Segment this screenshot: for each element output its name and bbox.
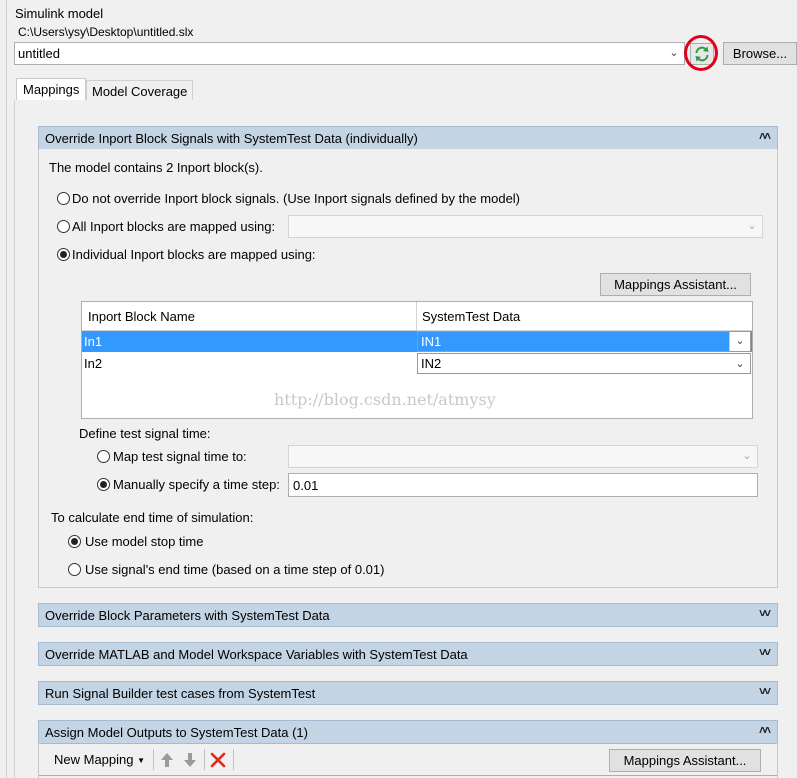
chevron-down-icon: ⌄ xyxy=(729,332,750,351)
section-title: Assign Model Outputs to SystemTest Data … xyxy=(45,725,308,740)
radio-individual-inports-label: Individual Inport blocks are mapped usin… xyxy=(72,247,316,262)
tab-model-coverage-label: Model Coverage xyxy=(92,84,188,99)
radio-manual-time-step[interactable] xyxy=(97,478,110,491)
map-signal-time-select[interactable]: ⌄ xyxy=(288,445,758,468)
double-chevron-down-icon[interactable]: ˅˅ xyxy=(759,645,771,659)
outputs-table-top-border xyxy=(39,775,777,776)
double-chevron-down-icon[interactable]: ˅˅ xyxy=(759,606,771,620)
browse-button[interactable]: Browse... xyxy=(723,42,797,65)
column-header-systemtest-data[interactable]: SystemTest Data xyxy=(422,309,520,324)
left-border xyxy=(0,0,7,778)
delete-x-icon[interactable] xyxy=(210,752,226,768)
section-run-signal-builder[interactable]: Run Signal Builder test cases from Syste… xyxy=(38,681,778,705)
chevron-down-icon: ⌄ xyxy=(742,450,752,462)
mappings-assistant-label: Mappings Assistant... xyxy=(614,277,737,292)
highlight-circle xyxy=(684,35,718,71)
end-time-heading: To calculate end time of simulation: xyxy=(51,510,254,525)
row-inport-name: In1 xyxy=(84,334,103,349)
radio-map-signal-time-label: Map test signal time to: xyxy=(113,449,247,464)
radio-all-inports[interactable] xyxy=(57,220,70,233)
browse-button-label: Browse... xyxy=(732,46,788,61)
double-chevron-up-icon[interactable]: ˄˄ xyxy=(759,129,771,143)
arrow-down-icon[interactable] xyxy=(183,752,197,768)
table-header: Inport Block Name SystemTest Data xyxy=(82,302,752,331)
radio-manual-time-step-label: Manually specify a time step: xyxy=(113,477,280,492)
mappings-assistant-button[interactable]: Mappings Assistant... xyxy=(600,273,751,296)
column-header-inport-block-name[interactable]: Inport Block Name xyxy=(88,309,195,324)
toolbar-separator xyxy=(153,749,154,770)
radio-signal-end-time[interactable] xyxy=(68,563,81,576)
column-divider xyxy=(416,302,417,330)
outputs-mappings-assistant-label: Mappings Assistant... xyxy=(623,753,747,768)
new-mapping-label: New Mapping xyxy=(54,752,134,767)
radio-do-not-override[interactable] xyxy=(57,192,70,205)
section-override-block-parameters[interactable]: Override Block Parameters with SystemTes… xyxy=(38,603,778,627)
row-systemtest-select[interactable]: IN2 ⌄ xyxy=(417,353,751,374)
radio-map-signal-time[interactable] xyxy=(97,450,110,463)
section-override-inport-header[interactable]: Override Inport Block Signals with Syste… xyxy=(38,126,778,150)
radio-individual-inports[interactable] xyxy=(57,248,70,261)
signal-time-heading: Define test signal time: xyxy=(79,426,211,441)
chevron-down-icon: ⌄ xyxy=(669,47,679,59)
section-title: Override Block Parameters with SystemTes… xyxy=(45,608,330,623)
section-assign-model-outputs[interactable]: Assign Model Outputs to SystemTest Data … xyxy=(38,720,778,744)
watermark: http://blog.csdn.net/atmysy xyxy=(274,390,496,409)
section-override-workspace-variables[interactable]: Override MATLAB and Model Workspace Vari… xyxy=(38,642,778,666)
chevron-down-icon: ⌄ xyxy=(747,220,757,232)
new-mapping-button[interactable]: New Mapping ▼ xyxy=(54,752,145,767)
toolbar-separator xyxy=(233,749,234,770)
model-select-value: untitled xyxy=(18,46,60,61)
section-title: Run Signal Builder test cases from Syste… xyxy=(45,686,316,701)
row-systemtest-value: IN1 xyxy=(421,334,442,349)
radio-signal-end-time-label: Use signal's end time (based on a time s… xyxy=(85,562,385,577)
row-systemtest-select[interactable]: IN1 ⌄ xyxy=(417,331,751,352)
model-heading: Simulink model xyxy=(15,6,104,21)
row-inport-name: In2 xyxy=(84,356,103,371)
double-chevron-up-icon[interactable]: ˄˄ xyxy=(759,723,771,737)
row-systemtest-value: IN2 xyxy=(421,356,442,371)
section-override-inport-title: Override Inport Block Signals with Syste… xyxy=(45,131,418,146)
dropdown-arrow-icon: ▼ xyxy=(137,756,146,766)
table-row[interactable]: In1 IN1 ⌄ xyxy=(82,331,752,352)
arrow-up-icon[interactable] xyxy=(160,752,174,768)
radio-do-not-override-label: Do not override Inport block signals. (U… xyxy=(72,191,521,206)
radio-model-stop-time[interactable] xyxy=(68,535,81,548)
radio-model-stop-time-label: Use model stop time xyxy=(85,534,204,549)
double-chevron-down-icon[interactable]: ˅˅ xyxy=(759,684,771,698)
all-inports-select[interactable]: ⌄ xyxy=(288,215,763,238)
tab-mappings[interactable]: Mappings xyxy=(16,78,86,101)
section-title: Override MATLAB and Model Workspace Vari… xyxy=(45,647,468,662)
table-row[interactable]: In2 IN2 ⌄ xyxy=(82,353,752,374)
tab-mappings-label: Mappings xyxy=(23,82,80,97)
model-select[interactable]: untitled ⌄ xyxy=(14,42,685,65)
time-step-value: 0.01 xyxy=(293,478,319,493)
toolbar-separator xyxy=(204,749,205,770)
tab-model-coverage[interactable]: Model Coverage xyxy=(86,80,193,101)
mapping-table: Inport Block Name SystemTest Data In1 IN… xyxy=(81,301,753,419)
inport-count-text: The model contains 2 Inport block(s). xyxy=(49,160,263,175)
radio-all-inports-label: All Inport blocks are mapped using: xyxy=(72,219,276,234)
time-step-input[interactable]: 0.01 xyxy=(288,473,758,497)
chevron-down-icon: ⌄ xyxy=(735,358,745,370)
model-path: C:\Users\ysy\Desktop\untitled.slx xyxy=(18,25,194,39)
outputs-mappings-assistant-button[interactable]: Mappings Assistant... xyxy=(609,749,761,772)
